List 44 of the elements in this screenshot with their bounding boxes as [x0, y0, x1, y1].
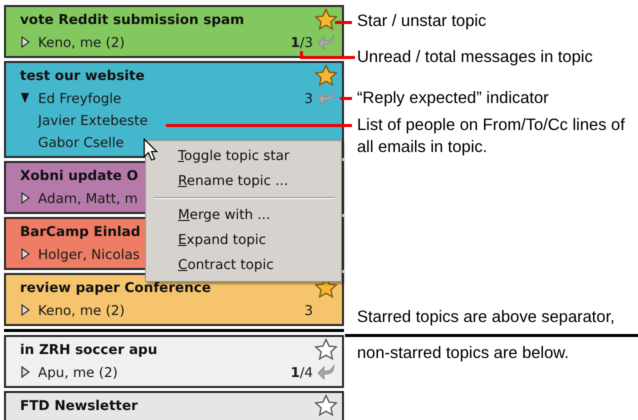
message-count: 1/4: [290, 364, 313, 383]
annotation-text: List of people on From/To/Cc lines of all emails in topic.: [357, 115, 626, 158]
menu-item[interactable]: Expand topic: [146, 228, 341, 253]
annotation-text: Starred topics are above separator,: [357, 307, 616, 328]
annotation-text: non-starred topics are below.: [357, 343, 570, 364]
filled-star-icon[interactable]: [314, 8, 338, 32]
leader-line: [300, 51, 355, 59]
person-name: Javier Extebeste: [38, 112, 148, 131]
topic-title: review paper Conference: [20, 280, 211, 296]
collapsed-triangle-icon[interactable]: [20, 248, 30, 260]
message-count: 3: [304, 90, 313, 109]
collapsed-triangle-icon[interactable]: [20, 304, 30, 316]
menu-item[interactable]: Merge with ...: [146, 203, 341, 228]
empty-star-icon[interactable]: [314, 338, 338, 362]
topic-title: in ZRH soccer apu: [20, 342, 158, 358]
annotation-text: Unread / total messages in topic: [357, 47, 594, 68]
message-count: 3: [304, 302, 313, 321]
annotation-text: Star / unstar topic: [357, 11, 488, 32]
topic-title: vote Reddit submission spam: [20, 12, 244, 28]
mouse-pointer-icon: [143, 138, 158, 161]
menu-item[interactable]: Rename topic ...: [146, 169, 341, 194]
annotation-text: “Reply expected” indicator: [357, 88, 550, 109]
person-name: Gabor Cselle: [38, 134, 124, 153]
person-name: Apu, me (2): [38, 364, 118, 383]
collapsed-triangle-icon[interactable]: [20, 366, 30, 378]
expanded-triangle-icon[interactable]: [20, 92, 30, 104]
person-name: Holger, Nicolas: [38, 246, 140, 265]
topic-title: test our website: [20, 68, 145, 84]
message-count: 1/3: [290, 34, 313, 53]
person-name: Adam, Matt, m: [38, 190, 138, 209]
topic-title: Xobni update O: [20, 168, 138, 184]
topic-card[interactable]: in ZRH soccer apu Apu, me (2) 1/4: [4, 335, 344, 388]
person-name: Ed Freyfogle: [38, 90, 122, 109]
topic-card[interactable]: FTD Newsletter: [4, 391, 344, 420]
collapsed-triangle-icon[interactable]: [20, 36, 30, 48]
topic-card[interactable]: review paper Conference Keno, me (2) 3: [4, 273, 344, 326]
person-name: Keno, me (2): [38, 34, 125, 53]
empty-star-icon[interactable]: [314, 394, 338, 418]
topic-card[interactable]: vote Reddit submission spam Keno, me (2) 1/3: [4, 5, 344, 58]
person-name: Keno, me (2): [38, 302, 125, 321]
collapsed-triangle-icon[interactable]: [20, 192, 30, 204]
topic-title: BarCamp Einlad: [20, 224, 140, 240]
filled-star-icon[interactable]: [314, 64, 338, 88]
topic-title: FTD Newsletter: [20, 398, 138, 414]
